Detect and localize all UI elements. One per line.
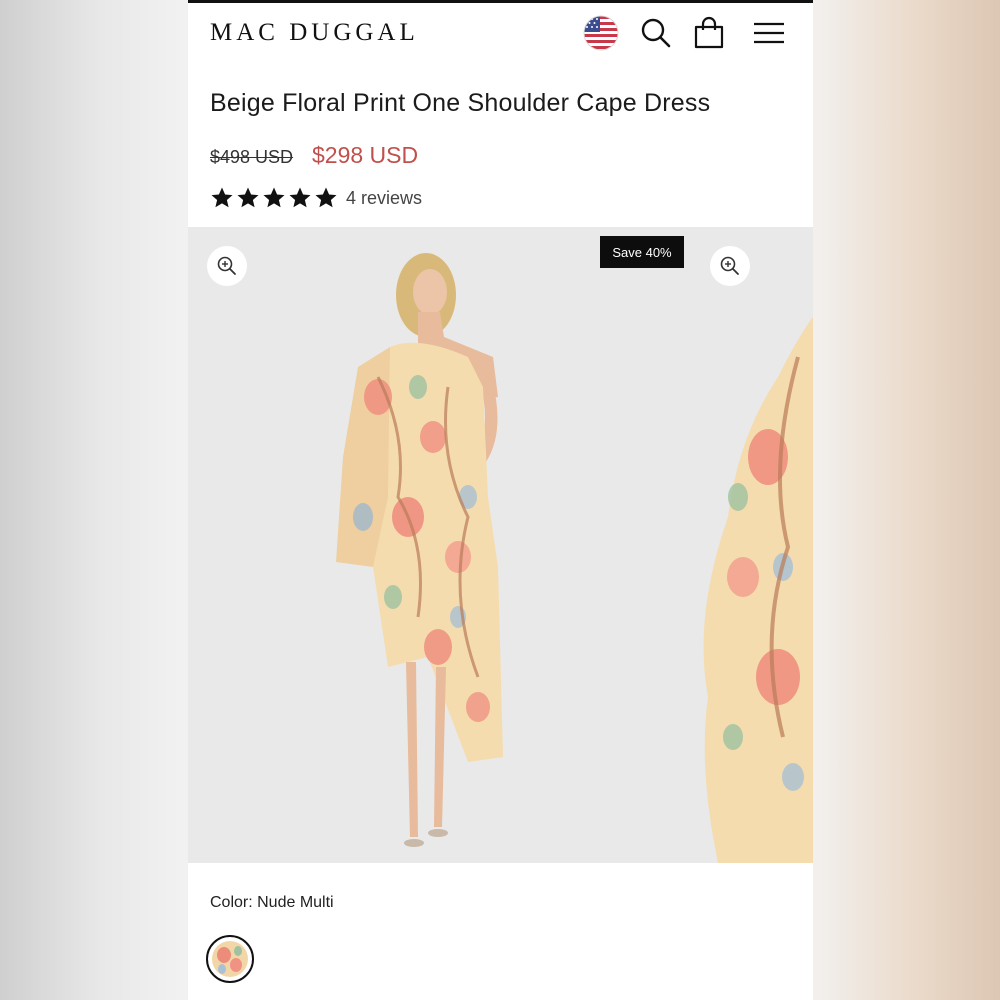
product-page: MAC DUGGAL Beige Floral Print One Should… bbox=[188, 0, 813, 1000]
site-header: MAC DUGGAL bbox=[188, 3, 813, 65]
swatch-thumbnail bbox=[212, 941, 248, 977]
reviews-link[interactable]: 4 reviews bbox=[346, 188, 422, 209]
discount-badge: Save 40% bbox=[600, 236, 684, 268]
product-image-closeup[interactable] bbox=[688, 317, 813, 863]
star-icon bbox=[237, 187, 259, 208]
color-label: Color: Nude Multi bbox=[210, 894, 334, 911]
zoom-in-icon bbox=[217, 256, 236, 275]
star-icon bbox=[289, 187, 311, 208]
sale-price: $298 USD bbox=[312, 142, 419, 168]
star-icon bbox=[315, 187, 337, 208]
shopping-bag-icon[interactable] bbox=[691, 15, 727, 51]
hamburger-menu-icon[interactable] bbox=[751, 15, 787, 51]
product-title: Beige Floral Print One Shoulder Cape Dre… bbox=[210, 89, 711, 117]
product-image-model[interactable] bbox=[318, 237, 538, 857]
color-swatch-nude-multi[interactable] bbox=[206, 935, 254, 983]
brand-logo[interactable]: MAC DUGGAL bbox=[210, 19, 419, 47]
original-price: $498 USD bbox=[210, 147, 294, 167]
zoom-button[interactable] bbox=[710, 246, 750, 286]
star-icon bbox=[263, 187, 285, 208]
product-image-gallery[interactable]: Save 40% bbox=[188, 227, 813, 863]
us-flag-icon[interactable] bbox=[583, 15, 619, 51]
zoom-in-icon bbox=[720, 256, 739, 275]
rating-stars[interactable] bbox=[210, 184, 340, 212]
search-icon[interactable] bbox=[638, 15, 674, 51]
star-icon bbox=[211, 187, 233, 208]
zoom-button[interactable] bbox=[207, 246, 247, 286]
